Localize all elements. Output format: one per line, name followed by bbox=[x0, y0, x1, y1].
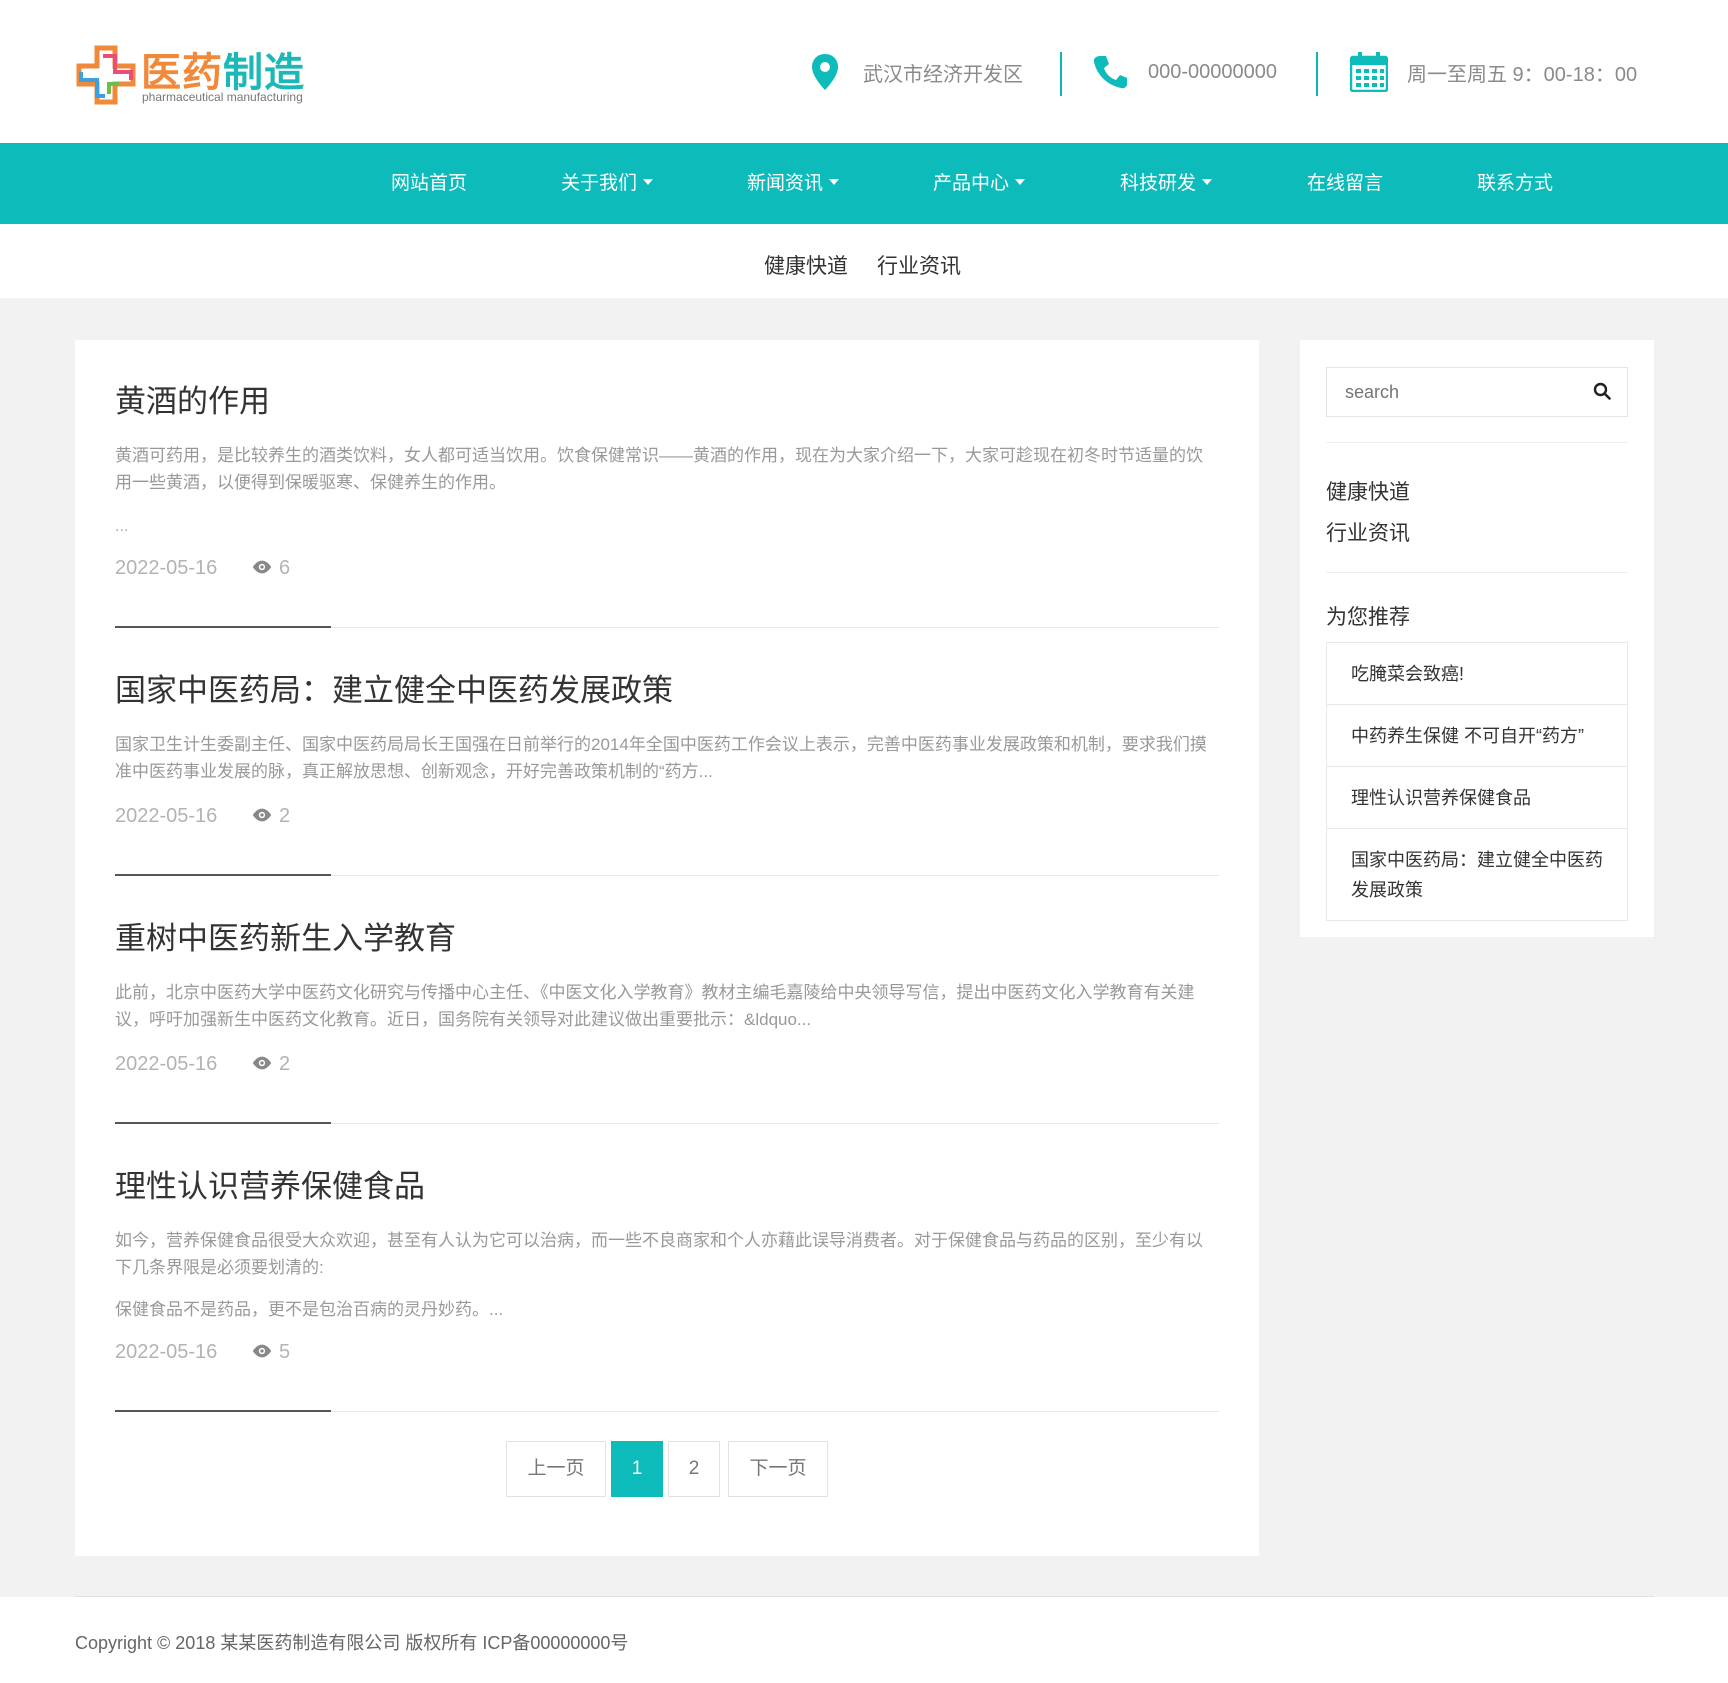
caret-down-icon bbox=[643, 178, 654, 185]
sidebar-category-health[interactable]: 健康快道 bbox=[1326, 476, 1410, 506]
sub-nav: 健康快道 行业资讯 bbox=[0, 224, 1728, 298]
site-logo[interactable]: 医药制造 pharmaceutical manufacturing bbox=[75, 40, 315, 110]
site-footer: Copyright © 2018 某某医药制造有限公司 版权所有 ICP备000… bbox=[0, 1597, 1728, 1683]
recommend-item[interactable]: 中药养生保健 不可自开“药方” bbox=[1327, 705, 1627, 767]
article-title[interactable]: 国家中医药局：建立健全中医药发展政策 bbox=[115, 665, 1219, 710]
cross-logo-icon bbox=[76, 45, 136, 105]
sidebar-category-industry[interactable]: 行业资讯 bbox=[1326, 517, 1410, 547]
phone-text: 000-00000000 bbox=[1148, 60, 1278, 83]
article-summary: 此前，北京中医药大学中医药文化研究与传播中心主任、《中医文化入学教育》教材主编毛… bbox=[115, 983, 1195, 1029]
search-input[interactable] bbox=[1327, 368, 1585, 416]
article-meta: 2022-05-16 5 bbox=[115, 1341, 290, 1364]
search-box bbox=[1326, 367, 1628, 417]
article-list: 黄酒的作用 黄酒可药用，是比较养生的酒类饮料，女人都可适当饮用。饮食保健常识——… bbox=[75, 340, 1259, 1556]
caret-down-icon bbox=[1202, 178, 1213, 185]
copyright-text: Copyright © 2018 某某医药制造有限公司 版权所有 ICP备000… bbox=[75, 1633, 629, 1653]
nav-item-label: 产品中心 bbox=[933, 173, 1010, 194]
nav-item-label: 科技研发 bbox=[1120, 173, 1197, 194]
sidebar-divider bbox=[1326, 442, 1628, 443]
nav-item-message[interactable]: 在线留言 bbox=[1307, 143, 1383, 224]
recommend-list: 吃腌菜会致癌! 中药养生保健 不可自开“药方” 理性认识营养保健食品 国家中医药… bbox=[1326, 642, 1628, 921]
nav-item-label: 联系方式 bbox=[1477, 173, 1554, 194]
eye-icon bbox=[252, 560, 272, 574]
article-item: 重树中医药新生入学教育 此前，北京中医药大学中医药文化研究与传播中心主任、《中医… bbox=[115, 913, 1219, 1124]
article-divider-accent bbox=[115, 874, 331, 876]
calendar-icon bbox=[1349, 52, 1389, 92]
page-button-1[interactable]: 1 bbox=[611, 1441, 663, 1497]
article-divider-accent bbox=[115, 1410, 331, 1412]
eye-icon bbox=[252, 808, 272, 822]
article-date: 2022-05-16 bbox=[115, 1053, 218, 1075]
caret-down-icon bbox=[1015, 178, 1026, 185]
header-phone: 000-00000000 bbox=[1090, 48, 1277, 96]
article-date: 2022-05-16 bbox=[115, 557, 218, 579]
nav-item-label: 网站首页 bbox=[391, 173, 468, 194]
article-item: 黄酒的作用 黄酒可药用，是比较养生的酒类饮料，女人都可适当饮用。饮食保健常识——… bbox=[115, 376, 1219, 628]
logo-subtitle: pharmaceutical manufacturing bbox=[142, 90, 303, 104]
address-text: 武汉市经济开发区 bbox=[863, 63, 1023, 86]
phone-icon bbox=[1090, 52, 1130, 92]
article-summary: 黄酒可药用，是比较养生的酒类饮料，女人都可适当饮用。饮食保健常识——黄酒的作用，… bbox=[115, 446, 1203, 492]
article-divider-accent bbox=[115, 626, 331, 628]
subnav-industry[interactable]: 行业资讯 bbox=[877, 250, 961, 280]
article-meta: 2022-05-16 2 bbox=[115, 1053, 290, 1076]
article-views: 2 bbox=[279, 805, 291, 827]
article-divider-accent bbox=[115, 1122, 331, 1124]
subnav-health[interactable]: 健康快道 bbox=[764, 250, 848, 280]
nav-item-label: 关于我们 bbox=[561, 173, 638, 194]
nav-item-home[interactable]: 网站首页 bbox=[391, 143, 467, 224]
eye-icon bbox=[252, 1056, 272, 1070]
nav-item-label: 在线留言 bbox=[1307, 173, 1384, 194]
nav-item-about[interactable]: 关于我们 bbox=[561, 143, 654, 224]
search-icon[interactable] bbox=[1593, 382, 1611, 400]
header-separator bbox=[1316, 52, 1318, 96]
recommend-item[interactable]: 理性认识营养保健食品 bbox=[1327, 767, 1627, 829]
page-button-2[interactable]: 2 bbox=[668, 1441, 720, 1497]
article-title[interactable]: 重树中医药新生入学教育 bbox=[115, 913, 1219, 958]
nav-item-news[interactable]: 新闻资讯 bbox=[747, 143, 840, 224]
header-hours: 周一至周五 9：00-18：00 bbox=[1349, 48, 1637, 96]
sidebar: 健康快道 行业资讯 为您推荐 吃腌菜会致癌! 中药养生保健 不可自开“药方” 理… bbox=[1300, 340, 1654, 937]
article-date: 2022-05-16 bbox=[115, 805, 218, 827]
nav-item-products[interactable]: 产品中心 bbox=[933, 143, 1026, 224]
header-separator bbox=[1060, 52, 1062, 96]
main-nav: 网站首页 关于我们 新闻资讯 产品中心 科技研发 在线留言 联系方式 bbox=[0, 143, 1728, 224]
nav-item-label: 新闻资讯 bbox=[747, 173, 824, 194]
recommend-item[interactable]: 吃腌菜会致癌! bbox=[1327, 643, 1627, 705]
nav-item-research[interactable]: 科技研发 bbox=[1120, 143, 1213, 224]
article-meta: 2022-05-16 2 bbox=[115, 805, 290, 828]
next-page-button[interactable]: 下一页 bbox=[728, 1441, 828, 1497]
caret-down-icon bbox=[829, 178, 840, 185]
article-item: 理性认识营养保健食品 如今，营养保健食品很受大众欢迎，甚至有人认为它可以治病，而… bbox=[115, 1161, 1219, 1412]
article-views: 5 bbox=[279, 1341, 291, 1363]
article-date: 2022-05-16 bbox=[115, 1341, 218, 1363]
article-views: 2 bbox=[279, 1053, 291, 1075]
map-pin-icon bbox=[805, 52, 845, 92]
sidebar-divider bbox=[1326, 572, 1628, 573]
recommend-item[interactable]: 国家中医药局：建立健全中医药发展政策 bbox=[1327, 829, 1627, 921]
article-meta: 2022-05-16 6 bbox=[115, 557, 290, 580]
site-header: 医药制造 pharmaceutical manufacturing 武汉市经济开… bbox=[0, 0, 1728, 143]
article-title[interactable]: 理性认识营养保健食品 bbox=[115, 1161, 1219, 1206]
eye-icon bbox=[252, 1344, 272, 1358]
header-address: 武汉市经济开发区 bbox=[805, 48, 1023, 96]
article-summary: 国家卫生计生委副主任、国家中医药局局长王国强在日前举行的2014年全国中医药工作… bbox=[115, 735, 1207, 781]
prev-page-button[interactable]: 上一页 bbox=[506, 1441, 606, 1497]
article-views: 6 bbox=[279, 557, 291, 579]
article-item: 国家中医药局：建立健全中医药发展政策 国家卫生计生委副主任、国家中医药局局长王国… bbox=[115, 665, 1219, 876]
article-title[interactable]: 黄酒的作用 bbox=[115, 376, 1219, 421]
article-more: 保健食品不是药品，更不是包治百病的灵丹妙药。... bbox=[115, 1300, 504, 1319]
hours-text: 周一至周五 9：00-18：00 bbox=[1407, 63, 1638, 86]
nav-item-contact[interactable]: 联系方式 bbox=[1477, 143, 1553, 224]
article-more: ... bbox=[115, 518, 129, 535]
article-summary: 如今，营养保健食品很受大众欢迎，甚至有人认为它可以治病，而一些不良商家和个人亦藉… bbox=[115, 1231, 1203, 1277]
recommend-title: 为您推荐 bbox=[1326, 606, 1410, 629]
